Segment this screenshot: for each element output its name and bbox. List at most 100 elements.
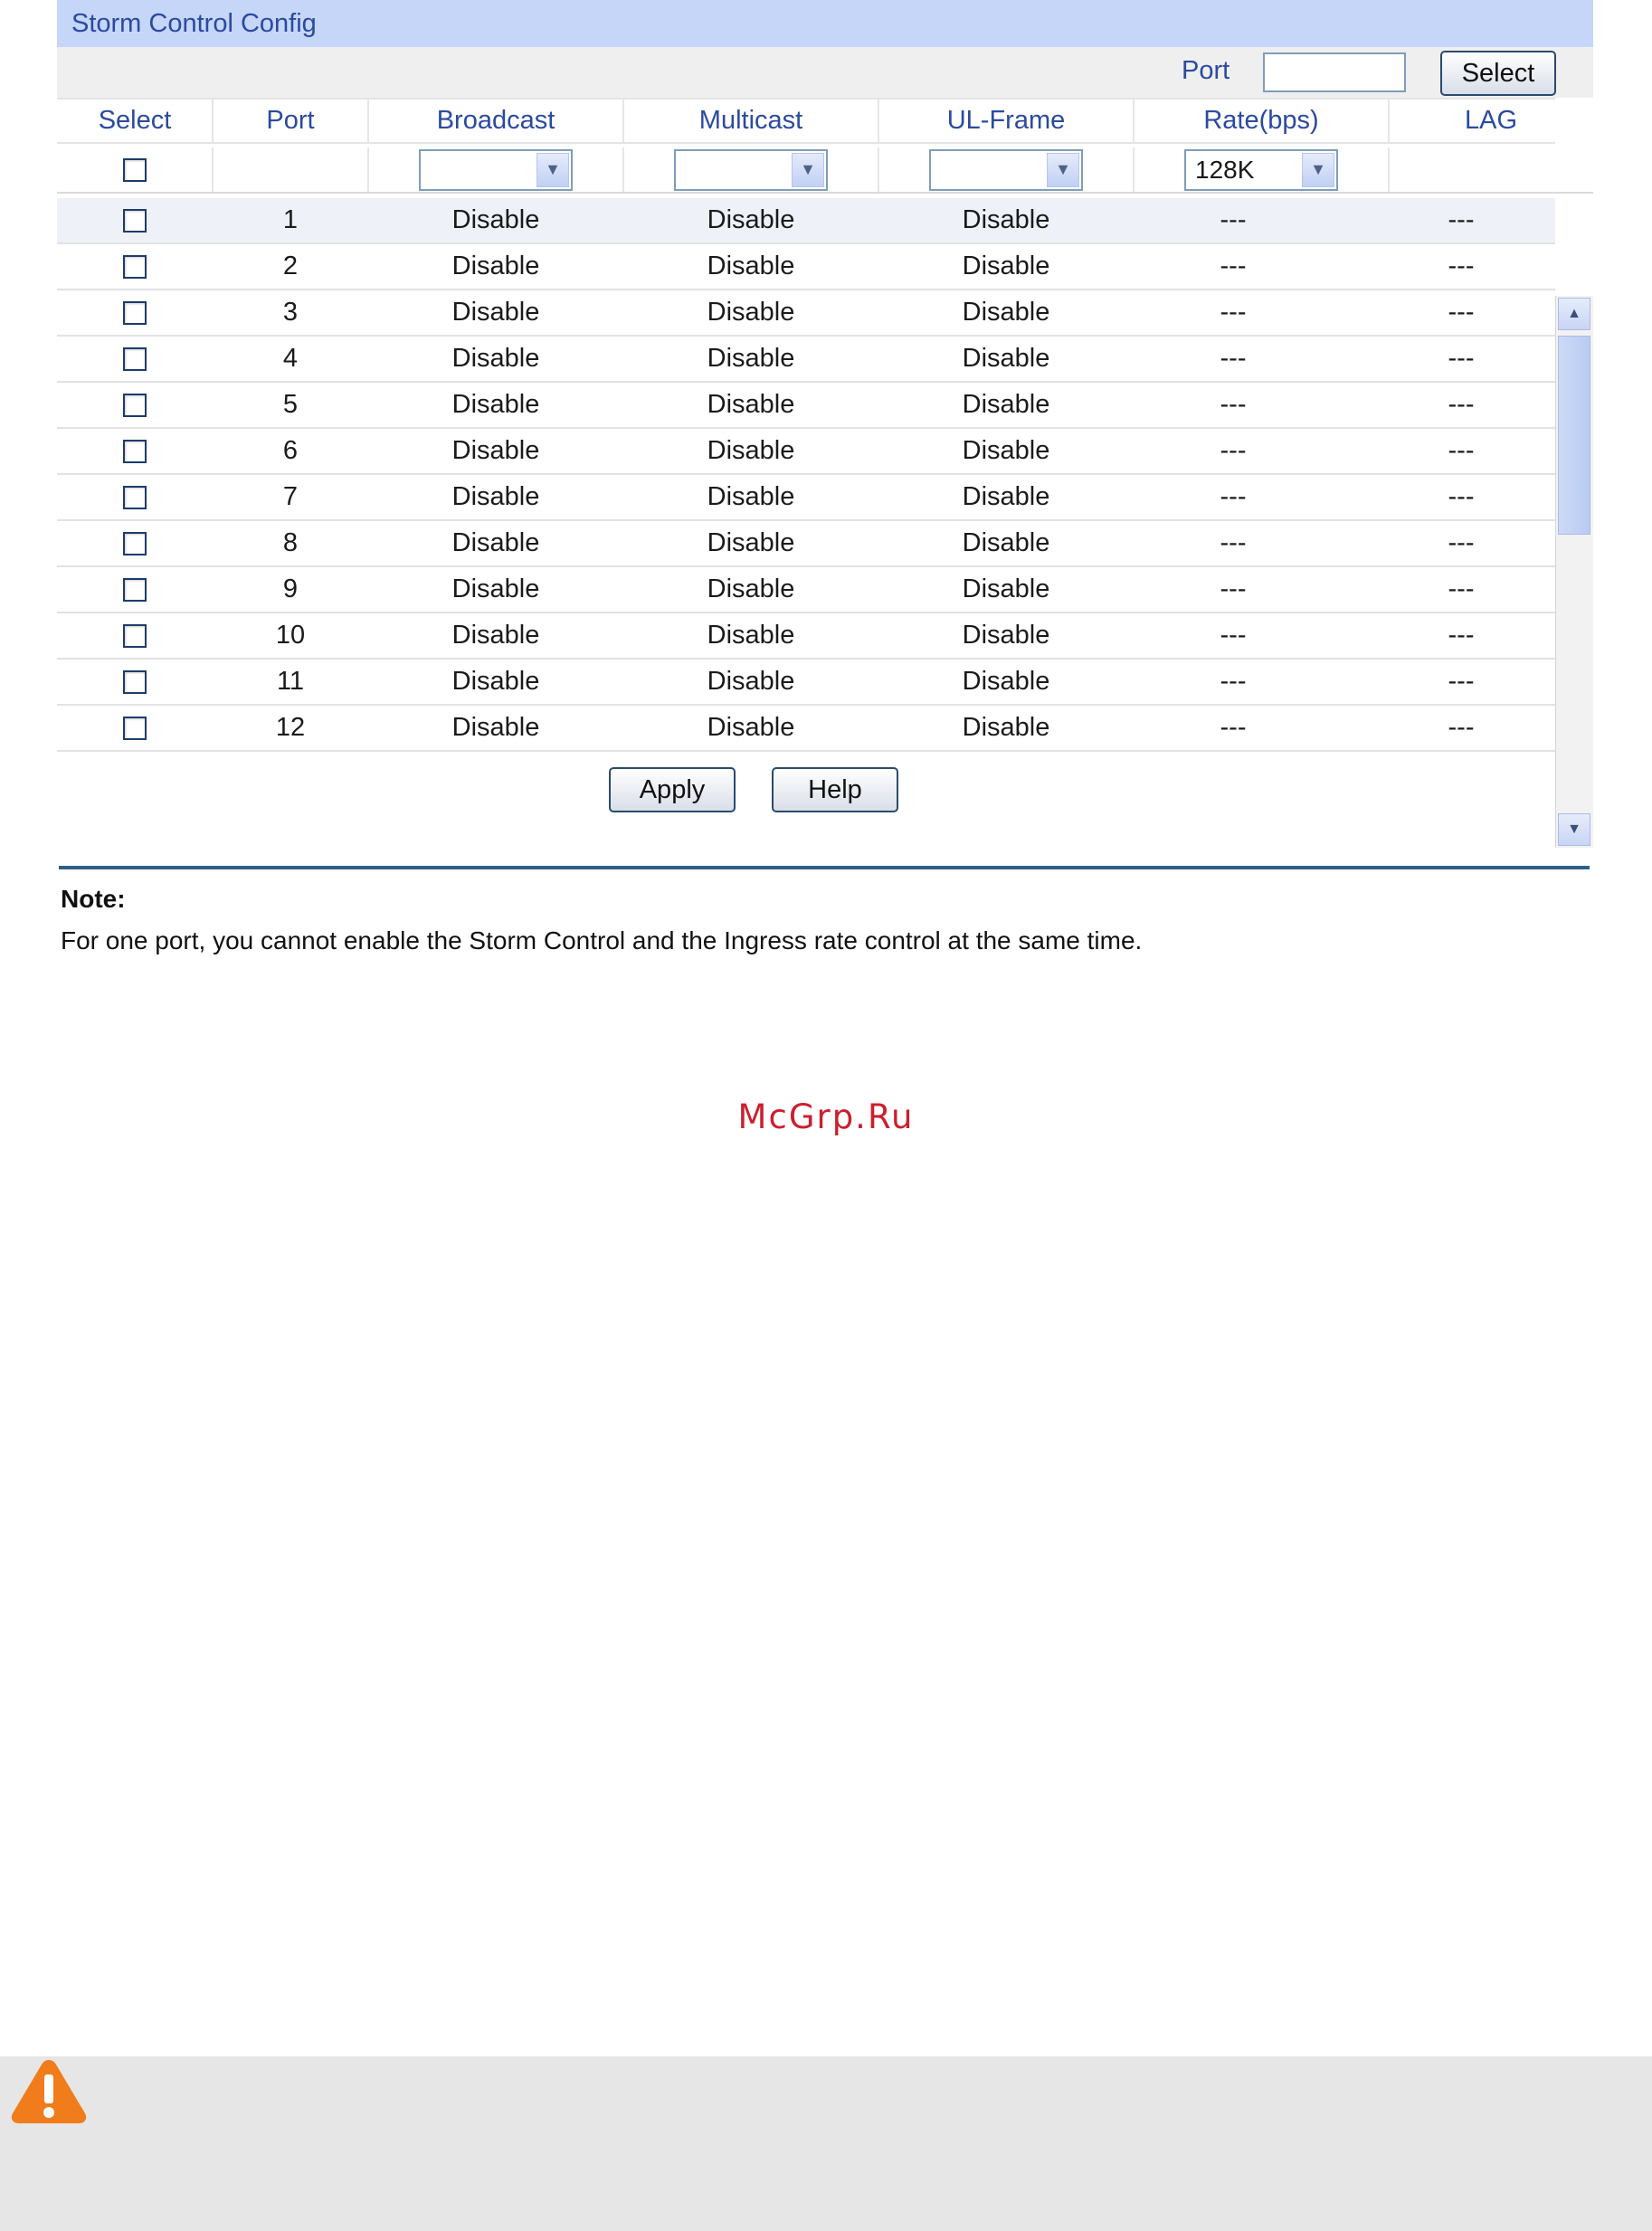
row-checkbox[interactable] bbox=[123, 577, 147, 602]
ul-frame-select[interactable]: ▼ bbox=[929, 148, 1083, 191]
rate-cell: --- bbox=[1220, 344, 1247, 373]
table-row: 6 Disable Disable Disable --- --- bbox=[57, 429, 1555, 475]
broadcast-cell: Disable bbox=[451, 482, 540, 511]
row-checkbox[interactable] bbox=[123, 531, 147, 555]
lag-cell: --- bbox=[1448, 528, 1475, 557]
apply-button[interactable]: Apply bbox=[609, 767, 736, 812]
broadcast-cell: Disable bbox=[451, 436, 540, 465]
multicast-cell: Disable bbox=[707, 667, 795, 696]
lag-cell: --- bbox=[1448, 621, 1475, 650]
panel-title: Storm Control Config bbox=[57, 0, 1593, 47]
multicast-cell: Disable bbox=[707, 436, 795, 465]
table-row: 2 Disable Disable Disable --- --- bbox=[57, 244, 1555, 290]
select-all-checkbox[interactable] bbox=[123, 157, 147, 182]
rate-cell: --- bbox=[1220, 205, 1247, 234]
table-row: 7 Disable Disable Disable --- --- bbox=[57, 475, 1555, 521]
rate-select-value: 128K bbox=[1195, 155, 1255, 184]
row-checkbox[interactable] bbox=[123, 439, 147, 463]
row-checkbox[interactable] bbox=[123, 254, 147, 279]
arrow-up-icon[interactable]: ▲ bbox=[1558, 298, 1590, 330]
port-cell: 11 bbox=[276, 667, 305, 696]
lag-cell: --- bbox=[1448, 667, 1475, 696]
chevron-down-icon[interactable]: ▼ bbox=[792, 152, 824, 187]
broadcast-cell: Disable bbox=[451, 528, 540, 557]
chevron-down-icon[interactable]: ▼ bbox=[1047, 152, 1079, 187]
rate-cell: --- bbox=[1220, 298, 1247, 327]
ul-frame-cell: Disable bbox=[962, 667, 1050, 696]
broadcast-cell: Disable bbox=[451, 713, 540, 742]
column-divider bbox=[1388, 147, 1390, 192]
column-divider bbox=[1133, 100, 1135, 142]
header-ul-frame: UL-Frame bbox=[946, 106, 1066, 135]
lag-cell: --- bbox=[1448, 298, 1475, 327]
lag-cell: --- bbox=[1448, 482, 1475, 511]
rate-cell: --- bbox=[1220, 528, 1247, 557]
column-divider bbox=[622, 147, 624, 192]
column-divider bbox=[1388, 100, 1390, 142]
port-cell: 12 bbox=[275, 713, 306, 742]
port-cell: 1 bbox=[282, 205, 299, 234]
row-checkbox[interactable] bbox=[123, 208, 147, 233]
table-scrollbar[interactable]: ▲ ▼ bbox=[1555, 296, 1593, 848]
port-cell: 8 bbox=[282, 528, 299, 557]
lag-cell: --- bbox=[1448, 252, 1475, 280]
column-divider bbox=[1133, 147, 1135, 192]
chevron-down-icon[interactable]: ▼ bbox=[536, 152, 569, 187]
table-row: 5 Disable Disable Disable --- --- bbox=[57, 383, 1555, 429]
row-checkbox[interactable] bbox=[123, 623, 147, 648]
multicast-cell: Disable bbox=[707, 482, 795, 511]
multicast-cell: Disable bbox=[707, 528, 795, 557]
row-select-cell bbox=[57, 613, 213, 658]
header-broadcast: Broadcast bbox=[436, 106, 555, 135]
port-cell: 9 bbox=[282, 574, 299, 603]
rate-cell: --- bbox=[1220, 482, 1247, 511]
port-input[interactable] bbox=[1263, 52, 1406, 92]
row-select-cell bbox=[57, 521, 213, 565]
ul-frame-cell: Disable bbox=[962, 298, 1050, 327]
table-row: 1 Disable Disable Disable --- --- bbox=[57, 198, 1555, 244]
multicast-cell: Disable bbox=[707, 344, 795, 373]
broadcast-cell: Disable bbox=[451, 205, 540, 234]
multicast-select[interactable]: ▼ bbox=[674, 148, 828, 191]
row-checkbox[interactable] bbox=[123, 347, 147, 371]
broadcast-select[interactable]: ▼ bbox=[419, 148, 573, 191]
ul-frame-cell: Disable bbox=[962, 621, 1050, 650]
column-divider bbox=[878, 147, 879, 192]
multicast-cell: Disable bbox=[707, 621, 795, 650]
broadcast-cell: Disable bbox=[451, 344, 540, 373]
header-select: Select bbox=[98, 106, 172, 135]
table-row: 9 Disable Disable Disable --- --- bbox=[57, 567, 1555, 613]
scrollbar-thumb[interactable] bbox=[1558, 336, 1590, 535]
note-text: For one port, you cannot enable the Stor… bbox=[61, 926, 1143, 954]
row-checkbox[interactable] bbox=[123, 393, 147, 417]
storm-control-panel: Storm Control Config Port Select Select … bbox=[57, 0, 1593, 848]
row-select-cell bbox=[57, 706, 213, 750]
row-checkbox[interactable] bbox=[123, 669, 147, 694]
rate-cell: --- bbox=[1220, 252, 1247, 280]
row-checkbox[interactable] bbox=[123, 300, 147, 325]
ul-frame-cell: Disable bbox=[962, 713, 1050, 742]
row-select-cell bbox=[57, 198, 213, 242]
row-checkbox[interactable] bbox=[123, 716, 147, 740]
arrow-down-icon[interactable]: ▼ bbox=[1558, 813, 1590, 846]
footer-band bbox=[0, 2056, 1652, 2231]
header-port: Port bbox=[266, 106, 315, 135]
help-button[interactable]: Help bbox=[772, 767, 898, 812]
port-label: Port bbox=[1182, 56, 1230, 85]
multicast-cell: Disable bbox=[707, 713, 795, 742]
chevron-down-icon[interactable]: ▼ bbox=[1302, 152, 1334, 187]
note-divider bbox=[59, 866, 1590, 869]
row-checkbox[interactable] bbox=[123, 485, 147, 509]
port-select-button[interactable]: Select bbox=[1440, 51, 1556, 96]
port-cell: 10 bbox=[275, 621, 306, 650]
row-select-cell bbox=[57, 244, 213, 289]
ul-frame-cell: Disable bbox=[962, 436, 1050, 465]
port-search-bar: Port Select bbox=[57, 47, 1593, 98]
rate-select[interactable]: 128K ▼ bbox=[1184, 148, 1338, 191]
port-cell: 5 bbox=[282, 390, 299, 419]
watermark: McGrp.Ru bbox=[737, 1097, 915, 1136]
column-divider bbox=[212, 147, 214, 192]
table-header: Select Port Broadcast Multicast UL-Frame… bbox=[57, 98, 1555, 144]
multicast-cell: Disable bbox=[707, 390, 795, 419]
column-divider bbox=[367, 147, 369, 192]
